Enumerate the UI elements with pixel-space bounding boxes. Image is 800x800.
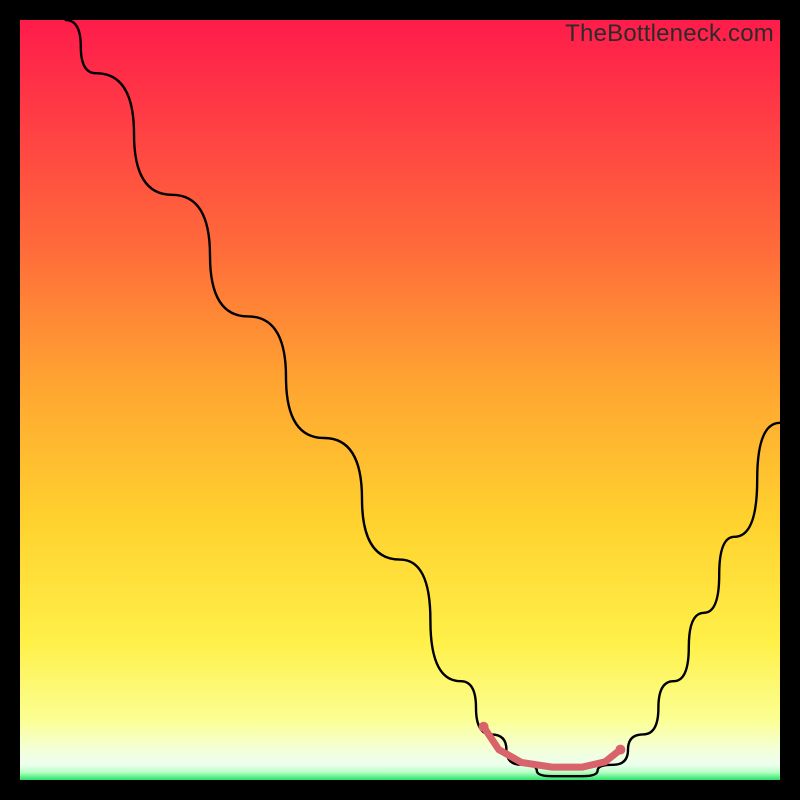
gradient-background bbox=[20, 20, 780, 780]
plot-area: TheBottleneck.com bbox=[20, 20, 780, 780]
watermark-text: TheBottleneck.com bbox=[565, 20, 774, 48]
chart-container: TheBottleneck.com bbox=[0, 0, 800, 800]
